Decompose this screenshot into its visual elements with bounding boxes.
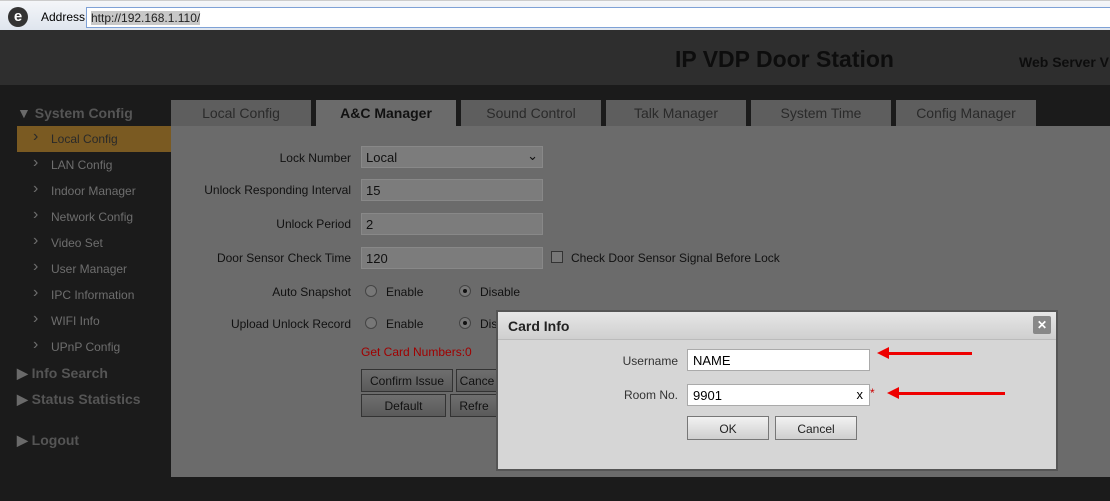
username-input[interactable]: NAME	[687, 349, 870, 371]
browser-logo-icon: e	[8, 7, 28, 27]
lock-number-label: Lock Number	[279, 151, 351, 165]
sidebar-item-network-config[interactable]: Network Config	[17, 204, 171, 230]
upload-unlock-enable-label: Enable	[386, 317, 424, 331]
tab-talk-manager[interactable]: Talk Manager	[606, 100, 746, 126]
url-text: http://192.168.1.110/	[91, 11, 201, 25]
sidebar-item-ipc-information[interactable]: IPC Information	[17, 282, 171, 308]
sidebar: ▼ System Config Local Config LAN Config …	[0, 85, 171, 501]
upload-unlock-label: Upload Unlock Record	[230, 317, 351, 331]
footer	[171, 477, 1110, 501]
sidebar-section-system-config[interactable]: ▼ System Config	[17, 105, 133, 121]
sidebar-item-indoor-manager[interactable]: Indoor Manager	[17, 178, 171, 204]
tab-local-config[interactable]: Local Config	[171, 100, 311, 126]
unlock-period-label: Unlock Period	[276, 217, 351, 231]
ok-button[interactable]: OK	[687, 416, 769, 440]
close-icon[interactable]: ✕	[1033, 316, 1051, 334]
username-label: Username	[622, 354, 678, 368]
tab-ac-manager[interactable]: A&C Manager	[316, 100, 456, 126]
door-sensor-checkbox-label: Check Door Sensor Signal Before Lock	[571, 251, 780, 265]
door-sensor-label: Door Sensor Check Time	[216, 251, 351, 265]
sidebar-item-video-set[interactable]: Video Set	[17, 230, 171, 256]
door-sensor-checkbox[interactable]	[551, 251, 563, 263]
auto-snapshot-enable-radio[interactable]	[365, 285, 377, 297]
sidebar-section-status-statistics[interactable]: ▶ Status Statistics	[17, 391, 141, 408]
auto-snapshot-disable-radio[interactable]	[459, 285, 471, 297]
refresh-button[interactable]: Refre	[450, 394, 498, 417]
cancel-issue-button[interactable]: Cance	[456, 369, 498, 392]
tab-config-manager[interactable]: Config Manager	[896, 100, 1036, 126]
annotation-arrow-icon	[877, 347, 972, 359]
auto-snapshot-disable-label: Disable	[480, 285, 521, 299]
room-no-input[interactable]: 9901 x	[687, 384, 870, 406]
auto-snapshot-label: Auto Snapshot	[272, 285, 351, 299]
cancel-button[interactable]: Cancel	[775, 416, 857, 440]
browser-address-bar: e Address: http://192.168.1.110/	[0, 0, 1110, 30]
confirm-issue-button[interactable]: Confirm Issue	[361, 369, 453, 392]
sidebar-item-upnp-config[interactable]: UPnP Config	[17, 334, 171, 360]
default-button[interactable]: Default	[361, 394, 446, 417]
sidebar-item-lan-config[interactable]: LAN Config	[17, 152, 171, 178]
upload-unlock-enable-radio[interactable]	[365, 317, 377, 329]
sidebar-item-user-manager[interactable]: User Manager	[17, 256, 171, 282]
tab-system-time[interactable]: System Time	[751, 100, 891, 126]
door-sensor-input[interactable]: 120	[361, 247, 543, 269]
required-marker: *	[870, 386, 875, 400]
unlock-interval-label: Unlock Responding Interval	[204, 183, 351, 197]
unlock-interval-input[interactable]: 15	[361, 179, 543, 201]
sidebar-item-local-config[interactable]: Local Config	[17, 126, 171, 152]
address-label: Address:	[41, 10, 89, 24]
upload-unlock-disable-label: Dis	[480, 317, 498, 331]
unlock-period-input[interactable]: 2	[361, 213, 543, 235]
sidebar-section-logout[interactable]: ▶ Logout	[17, 432, 79, 449]
header: IP VDP Door Station Web Server V	[0, 30, 1110, 85]
clear-icon[interactable]: x	[857, 387, 864, 402]
address-input[interactable]: http://192.168.1.110/	[86, 7, 1110, 28]
sidebar-section-info-search[interactable]: ▶ Info Search	[17, 365, 108, 382]
sidebar-item-wifi-info[interactable]: WIFI Info	[17, 308, 171, 334]
upload-unlock-disable-radio[interactable]	[459, 317, 471, 329]
auto-snapshot-enable-label: Enable	[386, 285, 424, 299]
card-info-dialog: Card Info ✕ Username NAME Room No. 9901 x…	[496, 310, 1058, 471]
dialog-title: Card Info	[498, 312, 1056, 340]
web-server-version: Web Server V	[1019, 54, 1110, 70]
room-no-label: Room No.	[623, 388, 678, 402]
annotation-arrow-icon	[887, 387, 1005, 399]
lock-number-select[interactable]: Local ⌄	[361, 146, 543, 168]
tab-sound-control[interactable]: Sound Control	[461, 100, 601, 126]
chevron-down-icon: ⌄	[527, 148, 538, 163]
page-title: IP VDP Door Station	[675, 46, 894, 72]
card-numbers-text: Get Card Numbers:0	[361, 345, 472, 359]
